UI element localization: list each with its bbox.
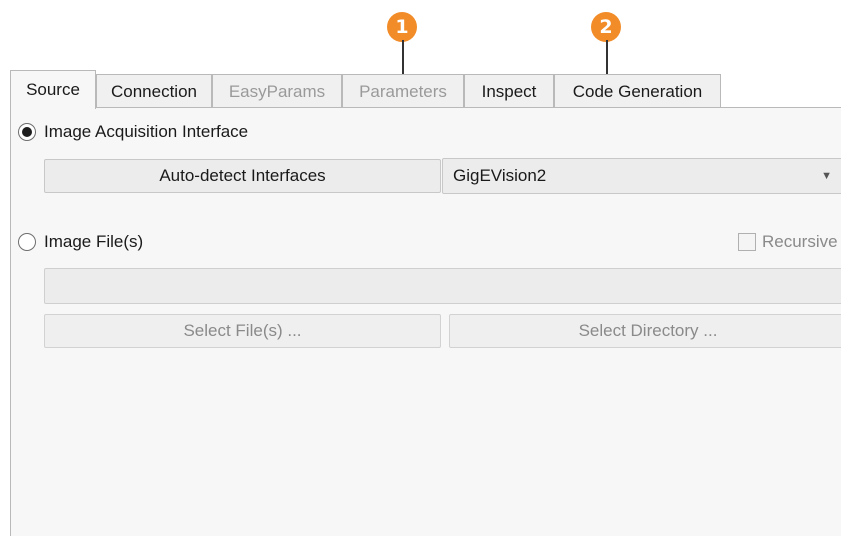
auto-detect-interfaces-button[interactable]: Auto-detect Interfaces <box>44 159 441 193</box>
image-files-radio[interactable]: Image File(s) <box>18 232 143 252</box>
select-files-button[interactable]: Select File(s) ... <box>44 314 441 348</box>
radio-button-unselected[interactable] <box>18 233 36 251</box>
callout-marker-1: 1 <box>387 12 417 42</box>
image-acquisition-label: Image Acquisition Interface <box>44 122 249 141</box>
select-directory-button[interactable]: Select Directory ... <box>449 314 841 348</box>
image-acquisition-radio[interactable]: Image Acquisition Interface <box>18 122 248 142</box>
file-path-field[interactable] <box>44 268 841 304</box>
interface-select[interactable]: GigEVision2 ▼ <box>442 158 841 194</box>
tab-connection[interactable]: Connection <box>96 74 212 108</box>
tab-easyparams[interactable]: EasyParams <box>212 74 342 108</box>
tab-bar: Source Connection EasyParams Parameters … <box>10 70 841 109</box>
radio-button-selected[interactable] <box>18 123 36 141</box>
tab-code-generation[interactable]: Code Generation <box>554 74 721 108</box>
checkbox-box[interactable] <box>738 233 756 251</box>
tab-inspect[interactable]: Inspect <box>464 74 554 108</box>
callout-marker-2: 2 <box>591 12 621 42</box>
image-files-label: Image File(s) <box>44 232 144 251</box>
tab-source[interactable]: Source <box>10 70 96 109</box>
recursive-checkbox[interactable]: Recursive <box>738 232 838 252</box>
recursive-label: Recursive <box>762 232 838 251</box>
tab-parameters[interactable]: Parameters <box>342 74 464 108</box>
interface-select-value: GigEVision2 <box>453 166 547 185</box>
chevron-down-icon[interactable]: ▼ <box>821 170 832 182</box>
